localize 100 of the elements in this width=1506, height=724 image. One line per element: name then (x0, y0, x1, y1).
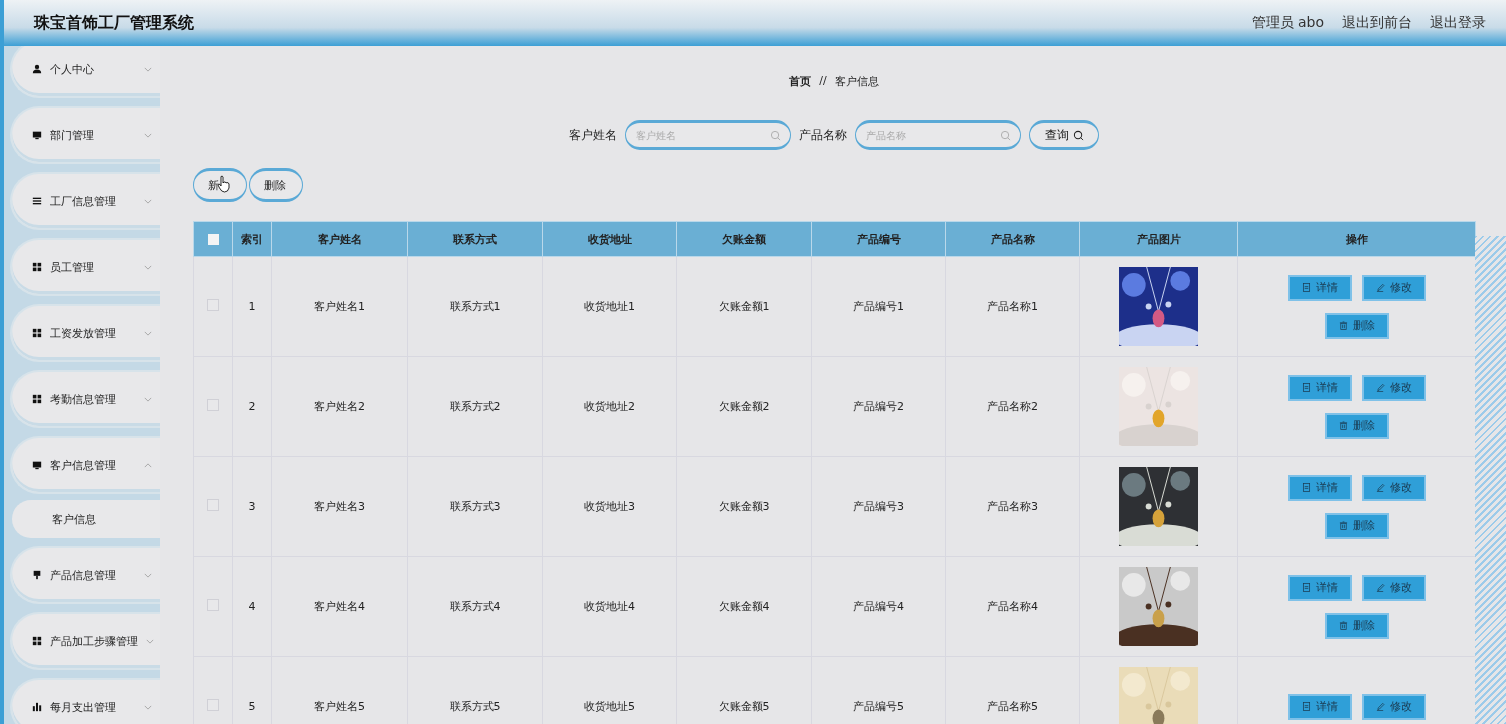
table-cell: 产品名称1 (945, 256, 1080, 357)
chevron-icon (144, 704, 152, 710)
pencil-icon (1375, 583, 1385, 592)
sidebar-item[interactable]: 工厂信息管理 (10, 172, 160, 230)
table-cell: 产品名称4 (945, 556, 1080, 657)
table-cell: 3 (232, 456, 272, 557)
sidebar-item[interactable]: 部门管理 (10, 106, 160, 164)
table-cell: 产品名称3 (945, 456, 1080, 557)
chevron-icon (146, 638, 154, 644)
pencil-icon (1375, 383, 1385, 392)
details-button[interactable]: 详情 (1287, 474, 1352, 501)
select-all-checkbox[interactable] (207, 234, 219, 245)
row-checkbox[interactable] (207, 499, 219, 511)
table-cell: 4 (232, 556, 272, 657)
search-icon (1072, 129, 1084, 141)
table-cell: 联系方式1 (407, 256, 543, 357)
table-cell: 产品名称2 (945, 356, 1080, 457)
chevron-icon (144, 198, 152, 204)
header-link[interactable]: 退出登录 (1430, 14, 1486, 32)
table-cell: 欠账金额4 (676, 556, 812, 657)
details-button[interactable]: 详情 (1287, 693, 1352, 720)
header-link[interactable]: 退出到前台 (1342, 14, 1412, 32)
document-icon (1301, 283, 1311, 292)
edit-button[interactable]: 修改 (1361, 693, 1426, 720)
pencil-icon (1375, 483, 1385, 492)
breadcrumb-separator: // (819, 74, 827, 89)
table-cell: 产品编号3 (811, 456, 946, 557)
row-checkbox[interactable] (207, 599, 219, 611)
hand-cursor-icon (217, 175, 231, 193)
search-button[interactable]: 查询 (1029, 120, 1099, 150)
table-cell: 联系方式3 (407, 456, 543, 557)
edit-button[interactable]: 修改 (1361, 474, 1426, 501)
row-checkbox[interactable] (207, 699, 219, 711)
chevron-icon (144, 132, 152, 138)
delete-button[interactable]: 删除 (1324, 412, 1389, 439)
sidebar-item[interactable]: 产品加工步骤管理 (10, 612, 160, 670)
sidebar-subitem[interactable]: 客户信息 (12, 500, 160, 538)
table-cell: 收货地址3 (542, 456, 677, 557)
edit-button[interactable]: 修改 (1361, 374, 1426, 401)
table-cell: 产品编号1 (811, 256, 946, 357)
chevron-icon (144, 462, 152, 468)
edit-button[interactable]: 修改 (1361, 274, 1426, 301)
column-header: 产品编号 (811, 221, 946, 257)
delete-button[interactable]: 删除 (1324, 512, 1389, 539)
details-button[interactable]: 详情 (1287, 374, 1352, 401)
column-header: 操作 (1237, 221, 1476, 257)
monitor-icon (32, 130, 42, 140)
column-header: 客户姓名 (271, 221, 408, 257)
breadcrumb-item[interactable]: 首页 (789, 74, 812, 89)
sidebar-item[interactable]: 每月支出管理 (10, 678, 160, 724)
person-icon (32, 64, 42, 74)
table-cell: 产品编号4 (811, 556, 946, 657)
chevron-icon (144, 396, 152, 402)
table-cell: 客户姓名3 (271, 456, 408, 557)
details-button[interactable]: 详情 (1287, 274, 1352, 301)
bar-chart-icon (32, 702, 42, 712)
column-header: 欠账金额 (676, 221, 812, 257)
table-cell: 产品编号2 (811, 356, 946, 457)
delete-button[interactable]: 删除 (1324, 312, 1389, 339)
grid-icon (32, 262, 42, 272)
search-icon (1000, 130, 1011, 141)
table-cell: 欠账金额1 (676, 256, 812, 357)
user-label: 管理员 abo (1251, 14, 1324, 32)
add-button[interactable]: 新 (193, 168, 247, 202)
field-label: 产品名称 (799, 126, 847, 144)
column-header: 产品图片 (1079, 221, 1238, 257)
table-cell: 收货地址2 (542, 356, 677, 457)
sidebar-item[interactable]: 员工管理 (10, 238, 160, 296)
column-header: 索引 (232, 221, 272, 257)
table-cell: 欠账金额3 (676, 456, 812, 557)
sidebar-item[interactable]: 考勤信息管理 (10, 370, 160, 428)
table-cell: 客户姓名2 (271, 356, 408, 457)
document-icon (1301, 583, 1311, 592)
row-checkbox[interactable] (207, 399, 219, 411)
delete-button[interactable]: 删除 (249, 168, 303, 202)
sidebar-item[interactable]: 个人中心 (10, 46, 160, 98)
table-cell: 客户姓名1 (271, 256, 408, 357)
grid-icon (32, 394, 42, 404)
column-header: 收货地址 (542, 221, 677, 257)
sidebar-item[interactable]: 客户信息管理 (10, 436, 160, 494)
column-header: 联系方式 (407, 221, 543, 257)
edit-button[interactable]: 修改 (1361, 574, 1426, 601)
table-cell: 1 (232, 256, 272, 357)
search-icon (770, 130, 781, 141)
sidebar-item[interactable]: 工资发放管理 (10, 304, 160, 362)
chevron-icon (144, 264, 152, 270)
sidebar-item[interactable]: 产品信息管理 (10, 546, 160, 604)
delete-button[interactable]: 删除 (1324, 612, 1389, 639)
table-cell: 联系方式4 (407, 556, 543, 657)
pushpin-icon (32, 570, 42, 580)
app-title: 珠宝首饰工厂管理系统 (34, 12, 194, 34)
trash-icon (1338, 621, 1348, 630)
grid-icon (32, 636, 42, 646)
table-cell: 2 (232, 356, 272, 457)
details-button[interactable]: 详情 (1287, 574, 1352, 601)
document-icon (1301, 702, 1311, 711)
chevron-icon (144, 572, 152, 578)
table-cell: 联系方式2 (407, 356, 543, 457)
row-checkbox[interactable] (207, 299, 219, 311)
breadcrumb-item: 客户信息 (834, 74, 879, 89)
